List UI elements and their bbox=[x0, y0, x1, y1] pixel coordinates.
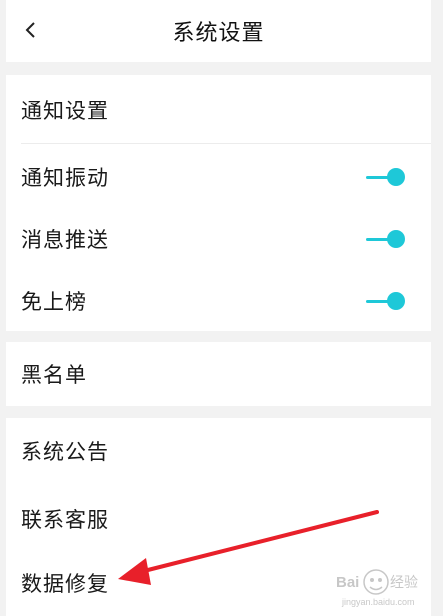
data-repair-label: 数据修复 bbox=[21, 572, 109, 596]
top-bar: 系统设置 bbox=[6, 0, 431, 62]
page-title: 系统设置 bbox=[172, 21, 265, 46]
settings-row-leaderboard[interactable]: 免上榜 bbox=[6, 268, 431, 334]
notification-settings-heading: 通知设置 bbox=[21, 99, 109, 123]
customer-service-label: 联系客服 bbox=[21, 508, 109, 532]
toggle-knob bbox=[387, 230, 405, 248]
settings-row-blacklist[interactable]: 黑名单 bbox=[6, 342, 431, 406]
leaderboard-toggle[interactable] bbox=[366, 291, 406, 311]
blacklist-label: 黑名单 bbox=[21, 363, 87, 387]
toggle-knob bbox=[387, 292, 405, 310]
system-settings-screen: 系统设置 通知设置 通知振动 消息推送 免上榜 黑名单 系统公告 联系客服 数据… bbox=[0, 0, 443, 616]
leaderboard-label: 免上榜 bbox=[21, 290, 87, 314]
announcement-label: 系统公告 bbox=[21, 440, 109, 464]
notification-settings-heading-row: 通知设置 bbox=[6, 77, 431, 143]
toggle-knob bbox=[387, 168, 405, 186]
system-section: 系统公告 联系客服 数据修复 bbox=[6, 418, 431, 616]
settings-row-customer-service[interactable]: 联系客服 bbox=[6, 486, 431, 552]
notification-settings-section: 通知设置 通知振动 消息推送 免上榜 bbox=[6, 75, 431, 331]
blacklist-section: 黑名单 bbox=[6, 342, 431, 406]
vibration-toggle[interactable] bbox=[366, 167, 406, 187]
settings-row-push[interactable]: 消息推送 bbox=[6, 206, 431, 272]
push-toggle[interactable] bbox=[366, 229, 406, 249]
settings-row-announcement[interactable]: 系统公告 bbox=[6, 418, 431, 484]
push-label: 消息推送 bbox=[21, 228, 109, 252]
vibration-label: 通知振动 bbox=[21, 166, 109, 190]
settings-row-data-repair[interactable]: 数据修复 bbox=[6, 550, 431, 616]
settings-row-vibration[interactable]: 通知振动 bbox=[6, 144, 431, 210]
